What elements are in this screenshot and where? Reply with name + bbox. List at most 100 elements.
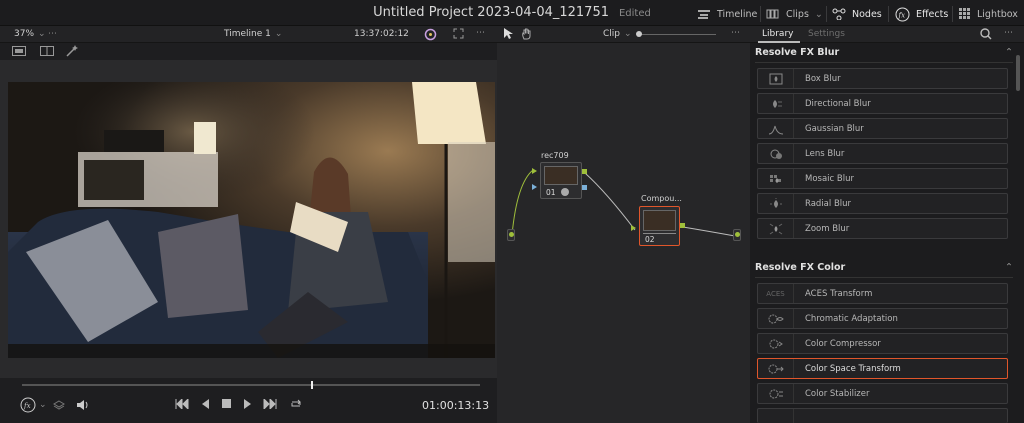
output-port[interactable]	[733, 229, 741, 241]
fx-item-label: Box Blur	[805, 73, 841, 84]
node-01[interactable]: 01	[540, 162, 582, 199]
fx-item-mosaic-blur[interactable]: Mosaic Blur	[757, 168, 1008, 189]
section-header-color[interactable]: Resolve FX Color ⌃	[755, 258, 1013, 278]
lightbox-icon	[959, 8, 970, 19]
project-name: Untitled Project 2023-04-04_121751	[373, 5, 609, 20]
stop-icon[interactable]	[222, 399, 232, 412]
playback-timecode: 01:00:13:13	[422, 399, 490, 412]
fx-item-color-space-transform[interactable]: Color Space Transform	[757, 358, 1008, 379]
fx-item-box-blur[interactable]: Box Blur	[757, 68, 1008, 89]
loop-icon[interactable]	[289, 398, 303, 413]
node-options-icon[interactable]: ⋯	[731, 28, 740, 38]
timeline-selector[interactable]: Timeline 1 ⌄	[224, 29, 282, 39]
fx-item-label: Color Compressor	[805, 338, 881, 349]
more-icon[interactable]: ⋯	[48, 29, 57, 39]
viewer-options-icon[interactable]: ⋯	[476, 28, 485, 38]
timeline-nav-button[interactable]: Timeline	[697, 6, 757, 22]
effects-panel-header: Library Settings ⋯	[750, 26, 1024, 43]
zoom-value: 37%	[14, 29, 35, 39]
node-cache-icon	[561, 188, 569, 196]
viewer-header: 37% ⌄ ⋯ Timeline 1 ⌄ 13:37:02:12 ⋯	[0, 26, 497, 43]
fx-item-color-compressor[interactable]: Color Compressor	[757, 333, 1008, 354]
node-key-output[interactable]	[582, 185, 587, 190]
fx-icon: fx	[895, 7, 910, 21]
skip-forward-icon[interactable]	[263, 397, 277, 412]
divider	[760, 6, 761, 22]
fx-item-chromatic-adaptation[interactable]: Chromatic Adaptation	[757, 308, 1008, 329]
node-rgb-output[interactable]	[582, 169, 587, 174]
panel-options-icon[interactable]: ⋯	[1004, 28, 1013, 38]
search-icon[interactable]	[980, 28, 992, 43]
lens-blur-icon	[758, 144, 794, 163]
effects-nav-label: Effects	[916, 8, 949, 20]
node-thumbnail	[544, 166, 578, 185]
fx-item-partial[interactable]	[757, 408, 1008, 423]
fx-item-label: Lens Blur	[805, 148, 845, 159]
fx-item-icon	[758, 409, 794, 423]
nodes-nav-button[interactable]: Nodes	[832, 6, 882, 22]
chromatic-adaptation-icon	[758, 309, 794, 328]
divider	[888, 6, 889, 22]
box-blur-icon	[758, 69, 794, 88]
fx-item-lens-blur[interactable]: Lens Blur	[757, 143, 1008, 164]
tab-library[interactable]: Library	[762, 29, 793, 39]
source-input-port[interactable]	[507, 229, 515, 241]
scrollbar[interactable]	[1016, 55, 1020, 91]
fx-item-directional-blur[interactable]: Directional Blur	[757, 93, 1008, 114]
fx-item-radial-blur[interactable]: Radial Blur	[757, 193, 1008, 214]
node-input-arrow	[631, 225, 636, 231]
viewer-timecode: 13:37:02:12	[354, 29, 409, 39]
top-bar: Untitled Project 2023-04-04_121751 Edited…	[0, 0, 1024, 26]
clips-nav-button[interactable]: Clips ⌄	[766, 6, 823, 22]
fx-item-label: Radial Blur	[805, 198, 852, 209]
fx-item-color-stabilizer[interactable]: Color Stabilizer	[757, 383, 1008, 404]
fx-bypass-button[interactable]: fx ⌄	[20, 397, 47, 413]
lightbox-nav-label: Lightbox	[977, 8, 1018, 20]
effects-nav-button[interactable]: fx Effects	[895, 6, 948, 22]
node-input-arrow	[532, 168, 537, 174]
tab-settings[interactable]: Settings	[808, 29, 845, 39]
zoom-dropdown[interactable]: 37% ⌄	[14, 29, 46, 39]
node-2-label: Compou...	[641, 194, 682, 203]
fx-item-label: Chromatic Adaptation	[805, 313, 898, 324]
volume-icon[interactable]	[76, 399, 89, 414]
color-picker-icon[interactable]	[424, 28, 437, 44]
node-divider	[643, 233, 676, 234]
scrubber-track[interactable]	[22, 384, 480, 386]
section-title: Resolve FX Blur	[755, 47, 840, 58]
video-frame[interactable]	[8, 82, 495, 358]
fx-item-gaussian-blur[interactable]: Gaussian Blur	[757, 118, 1008, 139]
split-view-icon[interactable]	[40, 46, 54, 59]
single-view-icon[interactable]	[12, 46, 26, 59]
nodes-icon	[832, 8, 846, 20]
node-graph[interactable]: rec709 01 Compou... 02	[497, 43, 750, 423]
skip-back-icon[interactable]	[175, 397, 189, 412]
section-title: Resolve FX Color	[755, 262, 846, 273]
project-status: Edited	[618, 8, 651, 19]
node-zoom-handle[interactable]	[636, 31, 642, 37]
playhead[interactable]	[310, 381, 313, 389]
play-icon[interactable]	[243, 399, 252, 412]
node-rgb-output[interactable]	[680, 223, 685, 228]
hand-icon[interactable]	[521, 28, 533, 43]
node-02[interactable]: 02	[639, 206, 680, 246]
fx-item-label: ACES Transform	[805, 288, 873, 299]
fx-item-aces-transform[interactable]: ACES ACES Transform	[757, 283, 1008, 304]
magic-wand-icon[interactable]	[66, 45, 78, 60]
node-key-input[interactable]	[532, 184, 537, 190]
divider	[826, 6, 827, 22]
fx-item-zoom-blur[interactable]: Zoom Blur	[757, 218, 1008, 239]
node-mode-dropdown[interactable]: Clip ⌄	[603, 29, 632, 39]
lightbox-nav-button[interactable]: Lightbox	[959, 6, 1018, 22]
fullscreen-icon[interactable]	[453, 28, 464, 42]
layers-icon[interactable]	[53, 400, 65, 413]
timeline-icon	[698, 10, 710, 19]
section-header-blur[interactable]: Resolve FX Blur ⌃	[755, 43, 1013, 63]
play-reverse-icon[interactable]	[201, 399, 210, 412]
aces-icon-text: ACES	[766, 289, 785, 298]
svg-text:fx: fx	[898, 11, 906, 19]
node-zoom-slider[interactable]	[641, 34, 716, 35]
gaussian-blur-icon	[758, 119, 794, 138]
pointer-icon[interactable]	[503, 28, 513, 43]
timeline-name: Timeline 1	[224, 29, 271, 39]
